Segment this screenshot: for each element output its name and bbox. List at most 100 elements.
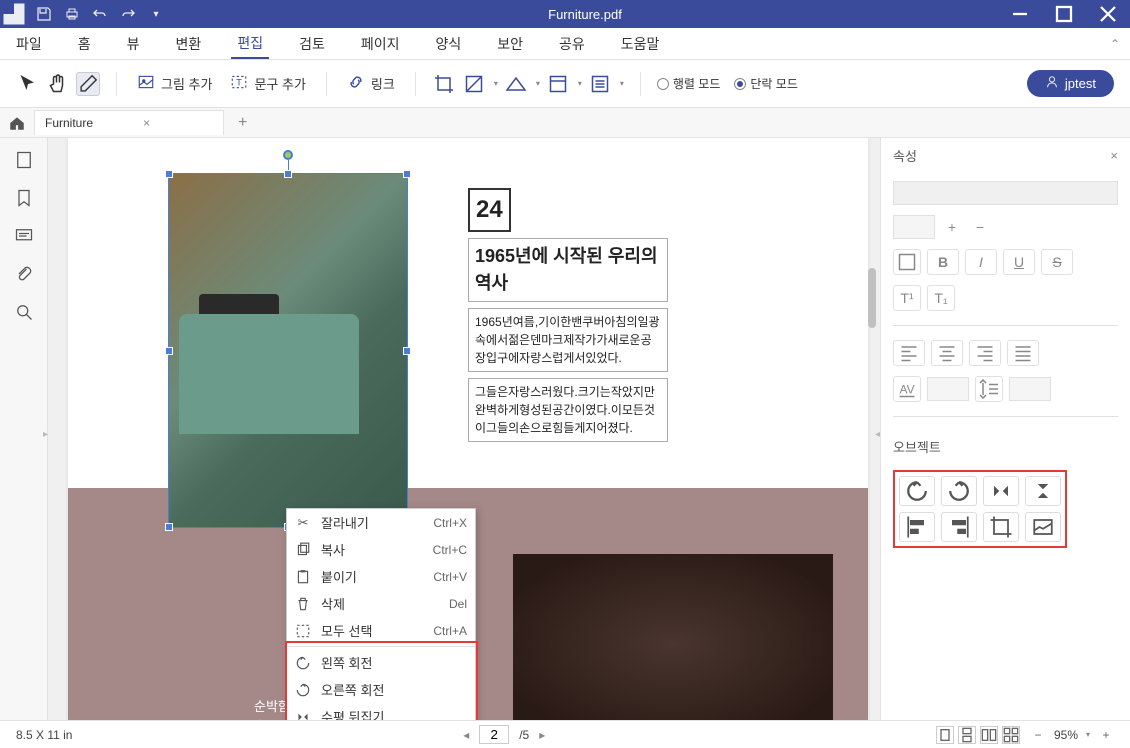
menu-page[interactable]: 페이지 — [355, 30, 406, 58]
qat-more-icon[interactable]: ▾ — [148, 6, 164, 22]
ribbon-collapse-icon[interactable]: ⌃ — [1110, 37, 1120, 51]
decrease-button[interactable]: − — [969, 216, 991, 238]
view-two-page-icon[interactable] — [980, 726, 998, 744]
bold-button[interactable]: B — [927, 249, 959, 275]
tab-close-icon[interactable]: × — [143, 116, 150, 130]
ctx-paste[interactable]: 붙이기Ctrl+V — [287, 563, 475, 590]
panel-close-icon[interactable]: × — [1110, 148, 1118, 163]
align-object-right-icon[interactable] — [941, 512, 977, 542]
menu-review[interactable]: 검토 — [293, 30, 331, 58]
next-page-icon[interactable]: ▸ — [539, 728, 545, 742]
prev-page-icon[interactable]: ◂ — [463, 728, 469, 742]
search-icon[interactable] — [14, 302, 34, 322]
subscript-button[interactable]: T₁ — [927, 285, 955, 311]
print-icon[interactable] — [64, 6, 80, 22]
italic-button[interactable]: I — [965, 249, 997, 275]
comments-icon[interactable] — [14, 226, 34, 246]
watermark-icon[interactable] — [462, 72, 486, 96]
user-account-button[interactable]: jptest — [1027, 70, 1114, 97]
increase-button[interactable]: + — [941, 216, 963, 238]
char-spacing-icon[interactable]: AV — [893, 376, 921, 402]
close-button[interactable] — [1086, 0, 1130, 28]
view-continuous-icon[interactable] — [958, 726, 976, 744]
underline-button[interactable]: U — [1003, 249, 1035, 275]
font-size-select[interactable] — [893, 215, 935, 239]
maximize-button[interactable] — [1042, 0, 1086, 28]
ctx-select-all[interactable]: 모두 선택Ctrl+A — [287, 617, 475, 644]
view-grid-icon[interactable] — [1002, 726, 1020, 744]
rotate-left-icon[interactable] — [899, 476, 935, 506]
dropdown-icon[interactable]: ▾ — [620, 79, 624, 88]
resize-handle[interactable] — [403, 170, 411, 178]
resize-handle[interactable] — [165, 170, 173, 178]
menu-home[interactable]: 홈 — [72, 30, 97, 58]
flip-vertical-icon[interactable] — [1025, 476, 1061, 506]
dropdown-icon[interactable]: ▾ — [494, 79, 498, 88]
content-image[interactable] — [513, 554, 833, 720]
resize-handle[interactable] — [165, 523, 173, 531]
zoom-in-button[interactable]: + — [1098, 727, 1114, 743]
menu-edit[interactable]: 편집 — [231, 29, 269, 59]
header-footer-icon[interactable] — [546, 72, 570, 96]
resize-handle[interactable] — [284, 170, 292, 178]
line-spacing-icon[interactable] — [975, 376, 1003, 402]
text-paragraph[interactable]: 그들은자랑스러웠다.크기는작았지만완벽하게형성된공간이였다.이모든것이그들의손으… — [468, 378, 668, 442]
align-object-left-icon[interactable] — [899, 512, 935, 542]
resize-handle[interactable] — [403, 347, 411, 355]
dropdown-icon[interactable]: ▾ — [578, 79, 582, 88]
hand-tool-icon[interactable] — [46, 72, 70, 96]
line-spacing-value[interactable] — [1009, 377, 1051, 401]
crop-icon[interactable] — [432, 72, 456, 96]
menu-view[interactable]: 뷰 — [121, 30, 146, 58]
document-canvas[interactable]: 24 1965년에 시작된 우리의 역사 1965년여름,기이한밴쿠버아침의일광… — [48, 138, 880, 720]
ctx-cut[interactable]: ✂잘라내기Ctrl+X — [287, 509, 475, 536]
menu-file[interactable]: 파일 — [10, 30, 48, 58]
home-tab-icon[interactable] — [8, 114, 26, 132]
replace-object-icon[interactable] — [1025, 512, 1061, 542]
undo-icon[interactable] — [92, 6, 108, 22]
more-icon[interactable] — [588, 72, 612, 96]
menu-security[interactable]: 보안 — [491, 30, 529, 58]
resize-handle[interactable] — [165, 347, 173, 355]
mode-row-radio[interactable]: 행렬 모드 — [657, 75, 721, 92]
save-icon[interactable] — [36, 6, 52, 22]
zoom-out-button[interactable]: − — [1030, 727, 1046, 743]
selected-image[interactable] — [168, 173, 408, 528]
thumbnails-icon[interactable] — [14, 150, 34, 170]
ctx-copy[interactable]: 복사Ctrl+C — [287, 536, 475, 563]
page-number-input[interactable] — [479, 725, 509, 744]
text-color-icon[interactable] — [893, 249, 921, 275]
ctx-rotate-left[interactable]: 왼쪽 회전 — [287, 649, 475, 676]
rotate-right-icon[interactable] — [941, 476, 977, 506]
flip-horizontal-icon[interactable] — [983, 476, 1019, 506]
align-center-icon[interactable] — [931, 340, 963, 366]
strikethrough-button[interactable]: S — [1041, 249, 1073, 275]
redo-icon[interactable] — [120, 6, 136, 22]
dropdown-icon[interactable]: ▾ — [536, 79, 540, 88]
align-left-icon[interactable] — [893, 340, 925, 366]
superscript-button[interactable]: T¹ — [893, 285, 921, 311]
scrollbar-thumb[interactable] — [868, 268, 876, 328]
view-single-icon[interactable] — [936, 726, 954, 744]
font-family-select[interactable] — [893, 181, 1118, 205]
ctx-delete[interactable]: 삭제Del — [287, 590, 475, 617]
ctx-flip-horizontal[interactable]: 수평 뒤집기 — [287, 703, 475, 720]
text-paragraph[interactable]: 1965년여름,기이한밴쿠버아침의일광속에서젊은덴마크제작가가새로운공장입구에자… — [468, 308, 668, 372]
menu-share[interactable]: 공유 — [553, 30, 591, 58]
edit-tool-icon[interactable] — [76, 72, 100, 96]
zoom-level[interactable]: 95% — [1054, 728, 1078, 742]
mode-paragraph-radio[interactable]: 단락 모드 — [734, 75, 798, 92]
text-heading[interactable]: 1965년에 시작된 우리의 역사 — [468, 238, 668, 302]
text-number[interactable]: 24 — [468, 188, 511, 232]
menu-help[interactable]: 도움말 — [615, 30, 666, 58]
select-tool-icon[interactable] — [16, 72, 40, 96]
align-justify-icon[interactable] — [1007, 340, 1039, 366]
attachments-icon[interactable] — [14, 264, 34, 284]
link-button[interactable]: 링크 — [343, 73, 399, 94]
align-right-icon[interactable] — [969, 340, 1001, 366]
menu-form[interactable]: 양식 — [429, 30, 467, 58]
rotation-handle[interactable] — [283, 150, 293, 160]
new-tab-button[interactable]: + — [232, 114, 253, 132]
menu-convert[interactable]: 변환 — [170, 30, 208, 58]
bookmarks-icon[interactable] — [14, 188, 34, 208]
